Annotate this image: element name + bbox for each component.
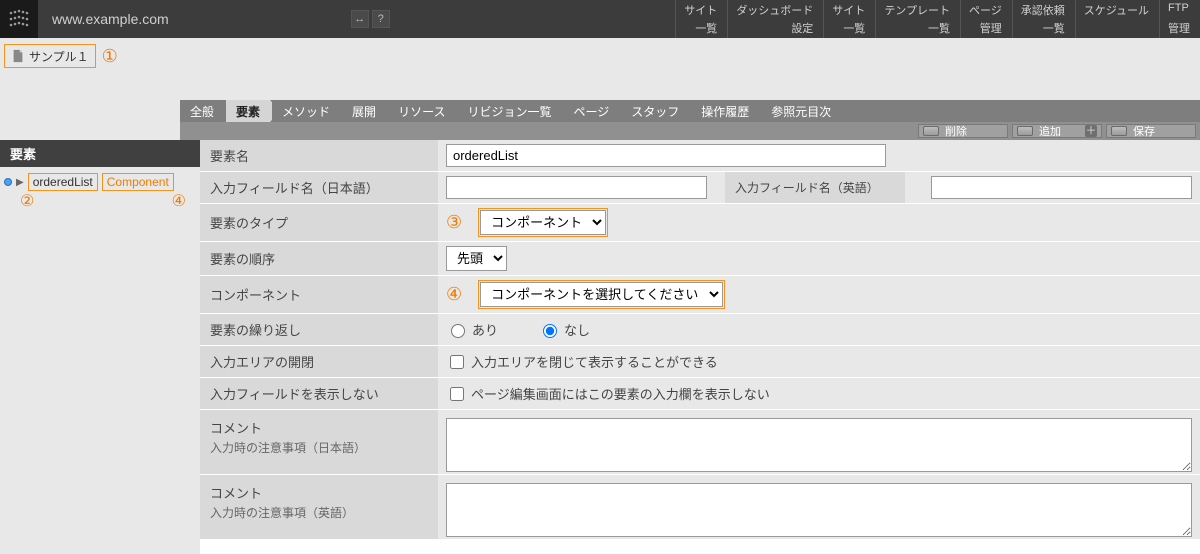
element-list-item[interactable]: ▶ orderedList Component (4, 173, 196, 191)
top-menu-item[interactable]: ダッシュボード設定 (727, 0, 823, 38)
element-order-select[interactable]: 先頭 (446, 246, 507, 271)
repeat-no[interactable]: なし (538, 320, 590, 339)
annotation-4-left: ④ (172, 191, 186, 211)
label-hide-field: 入力フィールドを表示しない (200, 378, 438, 409)
top-menu-item[interactable]: テンプレート一覧 (875, 0, 960, 38)
label-area-collapse: 入力エリアの開閉 (200, 346, 438, 377)
label-repeat: 要素の繰り返し (200, 314, 438, 345)
tab-reference[interactable]: 参照元目次 (761, 100, 841, 122)
form-panel: 要素名 入力フィールド名（日本語） 入力フィールド名（英語） 要素のタイプ ③ (200, 140, 1200, 554)
annotation-4: ④ (446, 284, 462, 305)
top-menu-item[interactable]: FTP管理 (1159, 0, 1200, 38)
arrow-icon: ▶ (16, 177, 24, 188)
site-chip[interactable]: サンプル１ (4, 44, 96, 68)
label-component: コンポーネント (200, 276, 438, 313)
element-type-chip: Component (102, 173, 174, 191)
label-comment-jp: コメント 入力時の注意事項（日本語） (200, 410, 438, 474)
top-menu: サイト一覧 ダッシュボード設定 サイト一覧 テンプレート一覧 ページ管理 承認依… (675, 0, 1200, 38)
tab-resource[interactable]: リソース (388, 100, 455, 122)
top-menu-item[interactable]: サイト一覧 (675, 0, 727, 38)
breadcrumb-row: サンプル１ ① (0, 38, 1200, 68)
action-row: 削除 追加＋ 保存 (180, 122, 1200, 140)
tab-general[interactable]: 全般 (180, 100, 224, 122)
tab-strip: 全般 要素 メソッド 展開 リソース リビジョン一覧 ページ スタッフ 操作履歴… (180, 100, 1200, 122)
field-name-en-input[interactable] (931, 176, 1192, 199)
site-url: www.example.com (38, 0, 183, 38)
site-chip-label: サンプル１ (29, 48, 89, 65)
app-logo (0, 0, 38, 38)
repeat-yes[interactable]: あり (446, 320, 498, 339)
comment-jp-textarea[interactable] (446, 418, 1192, 472)
annotation-2: ② (20, 191, 34, 211)
bullet-icon (4, 178, 12, 186)
help-icon[interactable]: ? (372, 10, 390, 28)
tab-elements[interactable]: 要素 (226, 100, 270, 122)
label-field-name-en: 入力フィールド名（英語） (725, 172, 905, 203)
delete-button[interactable]: 削除 (918, 124, 1008, 138)
add-button[interactable]: 追加＋ (1012, 124, 1102, 138)
hide-field-checkbox[interactable]: ページ編集画面にはこの要素の入力欄を表示しない (446, 384, 770, 404)
save-button[interactable]: 保存 (1106, 124, 1196, 138)
tab-page[interactable]: ページ (563, 100, 619, 122)
top-menu-item[interactable]: スケジュール (1075, 0, 1159, 38)
label-element-name: 要素名 (200, 140, 438, 171)
element-name-input[interactable] (446, 144, 886, 167)
tab-deploy[interactable]: 展開 (342, 100, 386, 122)
label-field-name-jp: 入力フィールド名（日本語） (200, 172, 438, 203)
area-collapse-checkbox[interactable]: 入力エリアを閉じて表示することができる (446, 352, 718, 372)
element-name-chip: orderedList (28, 173, 98, 191)
field-name-jp-input[interactable] (446, 176, 707, 199)
annotation-3: ③ (446, 212, 462, 233)
tab-revision[interactable]: リビジョン一覧 (457, 100, 561, 122)
annotation-1: ① (102, 46, 118, 67)
tab-history[interactable]: 操作履歴 (691, 100, 759, 122)
tab-method[interactable]: メソッド (272, 100, 340, 122)
label-element-order: 要素の順序 (200, 242, 438, 275)
topbar: www.example.com ↔ ? サイト一覧 ダッシュボード設定 サイト一… (0, 0, 1200, 38)
top-menu-item[interactable]: サイト一覧 (823, 0, 875, 38)
label-comment-en: コメント 入力時の注意事項（英語） (200, 475, 438, 539)
element-type-select[interactable]: コンポーネント (480, 210, 606, 235)
page-icon (11, 49, 25, 63)
left-panel: 要素 ▶ orderedList Component ② ④ (0, 140, 200, 554)
label-element-type: 要素のタイプ (200, 204, 438, 241)
tab-staff[interactable]: スタッフ (621, 100, 689, 122)
back-forward-icon[interactable]: ↔ (351, 10, 369, 28)
top-menu-item[interactable]: ページ管理 (960, 0, 1012, 38)
comment-en-textarea[interactable] (446, 483, 1192, 537)
top-menu-item[interactable]: 承認依頼一覧 (1012, 0, 1075, 38)
left-header: 要素 (0, 140, 200, 167)
component-select[interactable]: コンポーネントを選択してください (480, 282, 723, 307)
